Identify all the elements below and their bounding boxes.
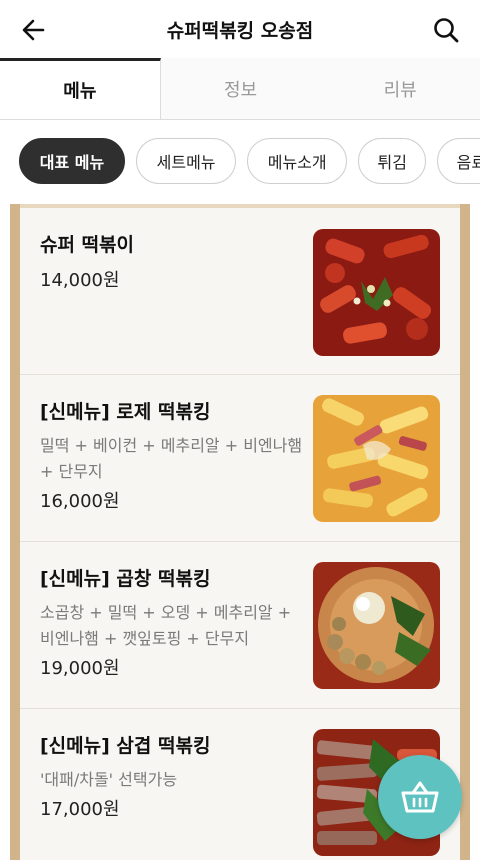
menu-item-price: 14,000원 <box>40 270 120 291</box>
menu-item-price: 17,000원 <box>40 799 120 820</box>
search-button[interactable] <box>426 10 466 50</box>
tab-reviews[interactable]: 리뷰 <box>320 58 480 119</box>
tteokbokki-photo <box>313 229 440 356</box>
menu-item[interactable]: [신메뉴] 곱창 떡볶킹 소곱창 + 밀떡 + 오뎅 + 메추리알 + 비엔나햄… <box>20 542 460 709</box>
menu-item-description: 밀떡 + 베이컨 + 메추리알 + 비엔나햄 + 단무지 <box>40 436 303 481</box>
menu-item[interactable]: [신메뉴] 로제 떡볶킹 밀떡 + 베이컨 + 메추리알 + 비엔나햄 + 단무… <box>20 375 460 542</box>
basket-icon <box>401 781 439 813</box>
tab-bar: 메뉴 정보 리뷰 <box>0 58 480 120</box>
chip-signature-menu[interactable]: 대표 메뉴 <box>19 138 125 184</box>
gopchang-tteokbokki-photo <box>313 562 440 689</box>
chip-menu-intro[interactable]: 메뉴소개 <box>247 138 348 184</box>
menu-item-description: 소곱창 + 밀떡 + 오뎅 + 메추리알 + 비엔나햄 + 깻잎토핑 + 단무지 <box>40 603 292 648</box>
app-header: 슈퍼떡볶킹 오송점 <box>0 0 480 58</box>
cart-button[interactable] <box>378 755 462 839</box>
menu-item-name: [신메뉴] 로제 떡볶킹 <box>40 401 211 423</box>
chip-drinks[interactable]: 음료 <box>437 138 480 184</box>
menu-item-description: '대패/차돌' 선택가능 <box>40 770 178 789</box>
chip-fried[interactable]: 튀김 <box>358 138 427 184</box>
category-chips: 대표 메뉴 세트메뉴 메뉴소개 튀김 음료 <box>0 138 480 186</box>
tab-menu[interactable]: 메뉴 <box>0 58 161 119</box>
menu-item-price: 16,000원 <box>40 491 120 512</box>
rose-tteokbokki-photo <box>313 395 440 522</box>
menu-item-name: [신메뉴] 삼겹 떡볶킹 <box>40 735 211 757</box>
menu-item-price: 19,000원 <box>40 658 120 679</box>
tab-info[interactable]: 정보 <box>160 58 321 119</box>
menu-item[interactable]: 슈퍼 떡볶이 14,000원 <box>20 208 460 375</box>
page-title: 슈퍼떡볶킹 오송점 <box>166 20 314 42</box>
menu-item-name: [신메뉴] 곱창 떡볶킹 <box>40 568 211 590</box>
search-icon <box>434 18 459 43</box>
chip-set-menu[interactable]: 세트메뉴 <box>136 138 237 184</box>
menu-item-name: 슈퍼 떡볶이 <box>40 234 135 256</box>
